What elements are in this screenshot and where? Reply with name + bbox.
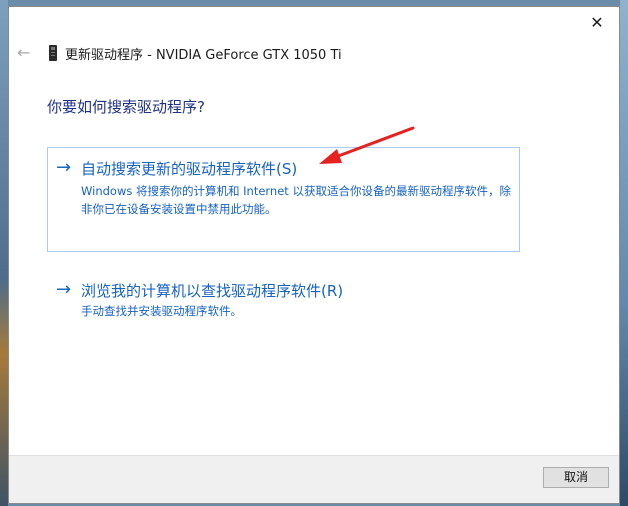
desktop-background-right	[620, 0, 628, 506]
auto-search-option[interactable]: → 自动搜索更新的驱动程序软件(S) Windows 将搜索你的计算机和 Int…	[47, 147, 520, 252]
browse-computer-description: 手动查找并安装驱动程序软件。	[81, 304, 242, 318]
browse-computer-title: 浏览我的计算机以查找驱动程序软件(R)	[81, 282, 344, 300]
arrow-right-icon: →	[56, 279, 72, 300]
desktop-background-left	[0, 0, 8, 506]
update-driver-dialog: ✕ ← 更新驱动程序 - NVIDIA GeForce GTX 1050 Ti …	[8, 6, 620, 504]
auto-search-title: 自动搜索更新的驱动程序软件(S)	[81, 160, 298, 178]
cancel-button[interactable]: 取消	[543, 467, 609, 488]
gpu-device-icon	[49, 45, 57, 61]
dialog-title: 更新驱动程序 - NVIDIA GeForce GTX 1050 Ti	[65, 48, 342, 63]
close-icon[interactable]: ✕	[589, 15, 605, 31]
dialog-header: ← 更新驱动程序 - NVIDIA GeForce GTX 1050 Ti	[9, 41, 619, 65]
dialog-footer: 取消	[9, 455, 619, 503]
auto-search-description: Windows 将搜索你的计算机和 Internet 以获取适合你设备的最新驱动…	[81, 184, 511, 216]
browse-computer-option[interactable]: → 浏览我的计算机以查找驱动程序软件(R) 手动查找并安装驱动程序软件。	[47, 269, 520, 329]
back-arrow-icon[interactable]: ←	[17, 43, 30, 62]
page-question-heading: 你要如何搜索驱动程序?	[47, 98, 205, 116]
arrow-right-icon: →	[56, 157, 72, 178]
